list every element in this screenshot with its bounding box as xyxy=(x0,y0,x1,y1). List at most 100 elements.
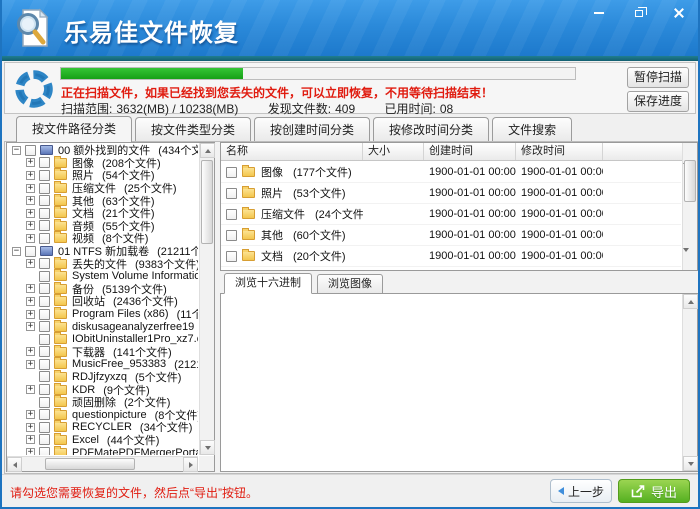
tree-item[interactable]: + diskusageanalyzerfree19 (23个 xyxy=(7,320,198,333)
tree-item[interactable]: + Program Files (x86) (11个文件) xyxy=(7,308,198,321)
expander-icon[interactable]: + xyxy=(26,360,35,369)
checkbox[interactable] xyxy=(39,195,50,206)
expander-icon[interactable]: + xyxy=(26,221,35,230)
expander-icon[interactable]: − xyxy=(12,247,21,256)
expander-icon[interactable]: + xyxy=(26,297,35,306)
checkbox[interactable] xyxy=(39,157,50,168)
table-row[interactable]: 文档 (20个文件) 1900-01-01 00:00 1900-01-01 0… xyxy=(221,246,681,267)
checkbox[interactable] xyxy=(39,371,50,382)
minimize-button[interactable] xyxy=(586,4,612,22)
checkbox[interactable] xyxy=(39,346,50,357)
expander-icon[interactable]: + xyxy=(26,410,35,419)
scroll-up-button[interactable] xyxy=(683,294,698,309)
scroll-up-button[interactable] xyxy=(683,143,689,161)
expander-icon[interactable]: + xyxy=(26,171,35,180)
table-row[interactable]: 其他 (60个文件) 1900-01-01 00:00 1900-01-01 0… xyxy=(221,225,681,246)
checkbox[interactable] xyxy=(39,271,50,282)
tree-horizontal-scrollbar[interactable] xyxy=(7,456,198,471)
category-tab[interactable]: 按文件类型分类 xyxy=(135,117,251,142)
back-button[interactable]: 上一步 xyxy=(550,479,612,503)
expander-icon[interactable]: + xyxy=(26,196,35,205)
table-vertical-scrollbar[interactable] xyxy=(682,143,697,270)
scroll-right-button[interactable] xyxy=(183,457,198,472)
checkbox[interactable] xyxy=(25,246,36,257)
expander-icon[interactable]: − xyxy=(12,146,21,155)
pause-scan-button[interactable]: 暂停扫描 xyxy=(627,67,689,88)
row-modified: 1900-01-01 00:00 xyxy=(516,187,603,199)
expander-icon[interactable]: + xyxy=(26,158,35,167)
table-row[interactable] xyxy=(221,267,681,270)
table-row[interactable]: 压缩文件 (24个文件) 1900-01-01 00:00 1900-01-01… xyxy=(221,204,681,225)
save-progress-button[interactable]: 保存进度 xyxy=(627,91,689,112)
scroll-down-button[interactable] xyxy=(683,456,698,471)
checkbox[interactable] xyxy=(39,334,50,345)
checkbox[interactable] xyxy=(39,296,50,307)
checkbox[interactable] xyxy=(39,409,50,420)
column-header-created[interactable]: 创建时间 xyxy=(424,143,516,160)
checkbox[interactable] xyxy=(39,321,50,332)
scroll-down-button[interactable] xyxy=(200,440,215,455)
checkbox[interactable] xyxy=(39,359,50,370)
tree-hscroll-thumb[interactable] xyxy=(45,458,135,470)
checkbox[interactable] xyxy=(39,170,50,181)
checkbox[interactable] xyxy=(226,167,237,178)
expander-icon[interactable]: + xyxy=(26,209,35,218)
category-tab[interactable]: 按文件路径分类 xyxy=(16,116,132,142)
tree-item[interactable]: + PDFMatePDFMergerPortable (1 xyxy=(7,446,198,455)
tree-item[interactable]: + RECYCLER (34个文件) xyxy=(7,421,198,434)
scroll-up-button[interactable] xyxy=(200,143,215,158)
restore-button[interactable] xyxy=(626,4,652,22)
expander-icon[interactable]: + xyxy=(26,184,35,193)
column-header-size[interactable]: 大小 xyxy=(363,143,424,160)
tree-item[interactable]: + 丢失的文件 (9383个文件) xyxy=(7,257,198,270)
preview-vertical-scrollbar[interactable] xyxy=(682,294,697,471)
preview-tab[interactable]: 浏览图像 xyxy=(317,274,383,294)
expander-icon[interactable]: + xyxy=(26,234,35,243)
checkbox[interactable] xyxy=(39,384,50,395)
category-tab[interactable]: 按创建时间分类 xyxy=(254,117,370,142)
checkbox[interactable] xyxy=(39,422,50,433)
scroll-left-button[interactable] xyxy=(7,457,22,472)
column-header-name[interactable]: 名称 xyxy=(221,143,363,160)
checkbox[interactable] xyxy=(39,447,50,455)
category-tab[interactable]: 文件搜索 xyxy=(492,117,572,142)
tree-item[interactable]: + Excel (44个文件) xyxy=(7,434,198,447)
expander-icon[interactable]: + xyxy=(26,347,35,356)
checkbox[interactable] xyxy=(226,188,237,199)
table-row[interactable]: 照片 (53个文件) 1900-01-01 00:00 1900-01-01 0… xyxy=(221,183,681,204)
expander-icon[interactable]: + xyxy=(26,259,35,268)
expander-icon[interactable]: + xyxy=(26,423,35,432)
expander-icon[interactable]: + xyxy=(26,310,35,319)
checkbox[interactable] xyxy=(226,209,237,220)
expander-icon[interactable]: + xyxy=(26,448,35,455)
close-button[interactable] xyxy=(666,4,692,22)
scroll-down-button[interactable] xyxy=(683,252,689,270)
checkbox[interactable] xyxy=(39,220,50,231)
expander-icon[interactable]: + xyxy=(26,322,35,331)
checkbox[interactable] xyxy=(39,208,50,219)
checkbox[interactable] xyxy=(39,283,50,294)
checkbox[interactable] xyxy=(39,233,50,244)
tree-vscroll-thumb[interactable] xyxy=(201,160,213,244)
export-button[interactable]: 导出 xyxy=(618,479,690,503)
checkbox[interactable] xyxy=(226,251,237,262)
checkbox[interactable] xyxy=(25,145,36,156)
column-header-modified[interactable]: 修改时间 xyxy=(516,143,603,160)
expander-icon[interactable]: + xyxy=(26,284,35,293)
checkbox[interactable] xyxy=(39,397,50,408)
tree-item[interactable]: + 回收站 (2436个文件) xyxy=(7,295,198,308)
table-vscroll-thumb[interactable] xyxy=(684,160,696,202)
category-tab[interactable]: 按修改时间分类 xyxy=(373,117,489,142)
tree-item[interactable]: + 下载器 (141个文件) xyxy=(7,346,198,359)
checkbox[interactable] xyxy=(39,183,50,194)
tree-vertical-scrollbar[interactable] xyxy=(199,143,214,455)
table-row[interactable]: 图像 (177个文件) 1900-01-01 00:00 1900-01-01 … xyxy=(221,162,681,183)
checkbox[interactable] xyxy=(226,230,237,241)
expander-icon[interactable]: + xyxy=(26,385,35,394)
expander-icon[interactable]: + xyxy=(26,435,35,444)
checkbox[interactable] xyxy=(39,258,50,269)
folder-icon xyxy=(242,167,255,177)
checkbox[interactable] xyxy=(39,309,50,320)
preview-tab[interactable]: 浏览十六进制 xyxy=(224,273,312,294)
checkbox[interactable] xyxy=(39,434,50,445)
